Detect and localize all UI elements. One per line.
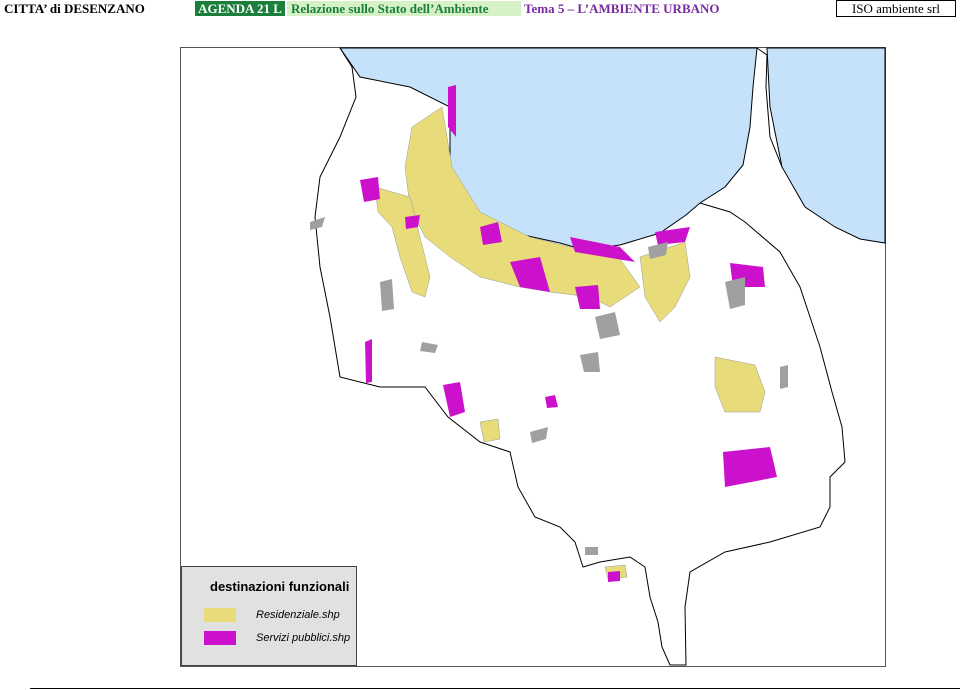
city-title: CITTA’ di DESENZANO	[4, 1, 145, 16]
other-building-7	[585, 547, 598, 555]
residential-zone-rivoltella	[714, 356, 766, 413]
public-service-11	[405, 215, 420, 229]
other-building-2	[595, 312, 620, 339]
legend-swatch-residential	[204, 608, 236, 622]
legend-title: destinazioni funzionali	[210, 579, 350, 594]
residential-zone-south-1	[479, 418, 501, 443]
legend-label-residential: Residenziale.shp	[256, 609, 340, 621]
public-service-2	[360, 177, 380, 202]
other-building-1	[725, 277, 745, 309]
public-service-9	[443, 382, 465, 417]
public-service-8	[723, 447, 777, 487]
lake-area-east	[766, 47, 886, 244]
public-service-4	[575, 285, 600, 309]
report-title: Relazione sullo Stato dell’Ambiente	[287, 1, 521, 16]
other-building-5	[780, 365, 788, 389]
footer-divider	[30, 688, 960, 689]
public-service-central	[545, 395, 558, 408]
other-building-9	[530, 427, 548, 443]
public-service-10	[365, 339, 372, 383]
company-label: ISO ambiente srl	[836, 0, 956, 17]
other-building-6	[580, 352, 600, 372]
other-building-3	[380, 279, 394, 311]
legend-label-public-services: Servizi pubblici.shp	[256, 632, 351, 644]
theme-title: Tema 5 – L’AMBIENTE URBANO	[524, 1, 720, 16]
map-legend: destinazioni funzionali Residenziale.shp…	[181, 566, 357, 666]
public-service-south	[608, 571, 620, 582]
agenda-badge: AGENDA 21 L	[195, 1, 285, 16]
legend-swatch-public-services	[204, 631, 236, 645]
public-service-1	[448, 85, 456, 137]
other-building-4	[310, 217, 325, 230]
header-bar: CITTA’ di DESENZANO AGENDA 21 L Relazion…	[0, 0, 960, 17]
other-building-8	[420, 342, 438, 353]
